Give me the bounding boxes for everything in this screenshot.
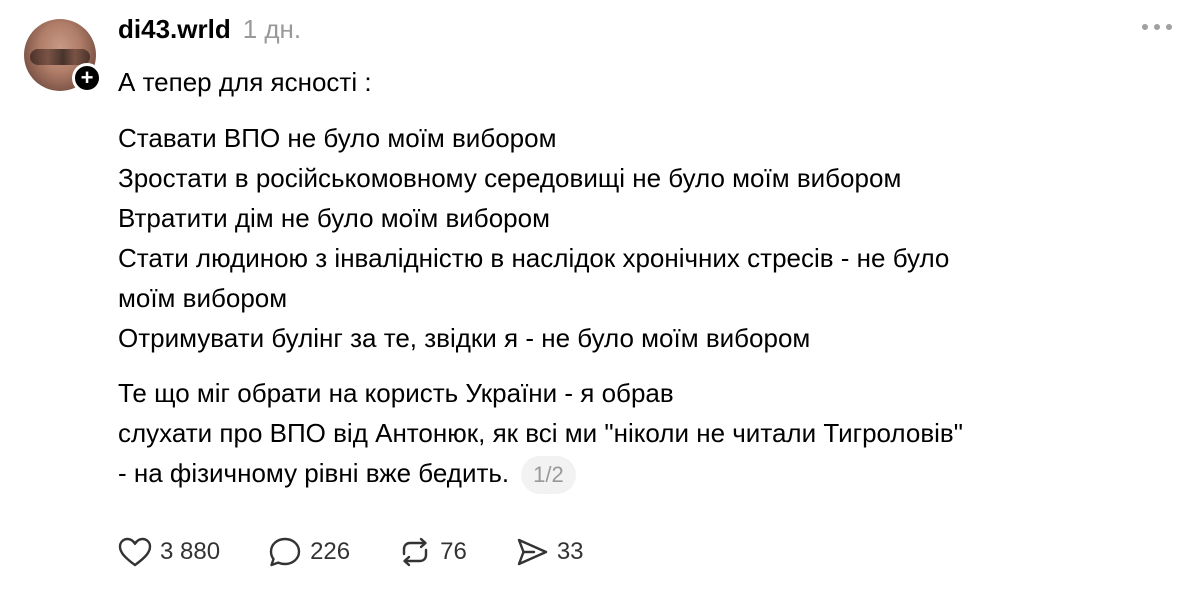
- post-line: Ставати ВПО не було моїм вибором: [118, 123, 557, 153]
- post-line: Отримувати булінг за те, звідки я - не б…: [118, 323, 811, 353]
- post-line: Зростати в російськомовному середовищі н…: [118, 163, 902, 193]
- dot: [1142, 24, 1148, 30]
- repost-count: 76: [440, 538, 467, 565]
- post-line-text: - на фізичному рівні вже бедить.: [118, 458, 510, 488]
- post-line-last: - на фізичному рівні вже бедить. 1/2: [118, 453, 1178, 495]
- post-line: слухати про ВПО від Антонюк, як всі ми "…: [118, 418, 963, 448]
- repost-button[interactable]: 76: [398, 536, 467, 568]
- comment-count: 226: [310, 538, 351, 565]
- like-count: 3 880: [160, 538, 221, 565]
- username-link[interactable]: di43.wrld: [118, 14, 231, 45]
- repost-icon: [402, 537, 428, 567]
- comment-bubble-icon: [269, 537, 301, 567]
- post-timestamp[interactable]: 1 дн.: [243, 14, 301, 45]
- post-line: Втратити дім не було моїм вибором: [118, 203, 550, 233]
- heart-icon: [118, 537, 152, 567]
- avatar-container[interactable]: +: [24, 19, 102, 93]
- avatar-image-detail: [30, 49, 90, 65]
- post-line: А тепер для ясності :: [118, 67, 372, 97]
- post-line: Те що міг обрати на користь України - я …: [118, 378, 674, 408]
- post-line: моїм вибором: [118, 283, 288, 313]
- follow-plus-icon[interactable]: +: [72, 63, 102, 93]
- like-button[interactable]: 3 880: [118, 536, 220, 568]
- dot: [1166, 24, 1172, 30]
- post-line: Стати людиною з інвалідністю в наслідок …: [118, 243, 950, 273]
- share-count: 33: [556, 538, 584, 565]
- send-icon: [517, 538, 548, 566]
- share-button[interactable]: 33: [515, 536, 584, 568]
- dot: [1154, 24, 1160, 30]
- post-header: di43.wrld 1 дн.: [118, 14, 301, 54]
- page-indicator-badge: 1/2: [521, 456, 576, 495]
- post-body: А тепер для ясності : Ставати ВПО не бул…: [118, 62, 1178, 495]
- comment-button[interactable]: 226: [268, 536, 350, 568]
- more-options-icon[interactable]: [1142, 24, 1172, 30]
- post-actions-bar: 3 880 226 76 33: [118, 532, 632, 572]
